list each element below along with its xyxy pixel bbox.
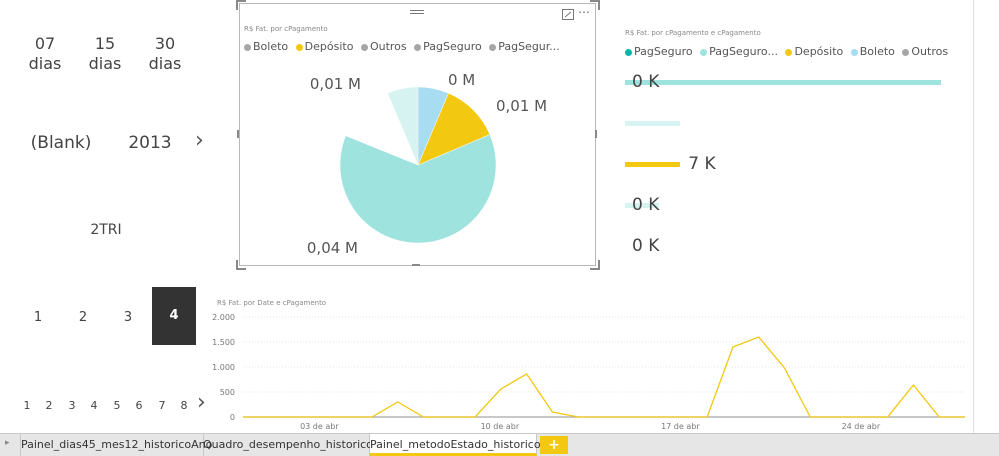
bar-pagseguro[interactable] <box>625 121 681 126</box>
bars-legend-item-boleto[interactable]: Boleto <box>850 45 895 58</box>
y-tick-label: 0 <box>230 413 235 422</box>
bars-legend-label: PagSeguro <box>634 45 693 58</box>
line-series-depsito[interactable] <box>243 336 965 418</box>
x-tick-label: 24 de abr <box>842 422 881 431</box>
page-2-button[interactable]: 2 <box>73 308 93 328</box>
resize-handle-left[interactable] <box>237 130 239 138</box>
x-tick-label: 17 de abr <box>661 422 700 431</box>
bars-legend-item-pagseguro[interactable]: PagSeguro <box>625 45 693 58</box>
resize-handle-tr[interactable] <box>590 0 600 10</box>
y-tick-label: 2.000 <box>212 313 235 322</box>
resize-handle-bl[interactable] <box>236 260 246 270</box>
x-tick-label: 03 de abr <box>300 422 339 431</box>
pie-data-label: 0,01 M <box>310 75 361 93</box>
year-next-chevron-icon[interactable]: › <box>195 128 204 153</box>
legend-dot-icon <box>700 48 708 56</box>
bar-data-label: 0 K <box>632 195 660 215</box>
days-30-button[interactable]: 30 dias <box>145 34 185 74</box>
resize-handle-right[interactable] <box>595 130 597 138</box>
bar-data-label: 7 K <box>688 154 716 174</box>
days-15-unit: dias <box>88 54 122 73</box>
bars-legend-label: Depósito <box>794 45 844 58</box>
year-blank-button[interactable]: (Blank) <box>25 133 97 153</box>
pie-data-label: 0,04 M <box>307 239 358 257</box>
bar-depsito[interactable] <box>625 162 681 167</box>
legend-dot-icon <box>850 48 858 56</box>
bar-data-label: 0 K <box>632 72 660 92</box>
days-07-unit: dias <box>28 54 62 73</box>
page-small-7-button[interactable]: 7 <box>155 396 169 416</box>
days-07-button[interactable]: 07 dias <box>25 34 65 74</box>
year-2013-button[interactable]: 2013 <box>125 133 175 153</box>
x-tick-label: 10 de abr <box>481 422 520 431</box>
page-small-3-button[interactable]: 3 <box>65 396 79 416</box>
page-small-6-button[interactable]: 6 <box>132 396 146 416</box>
page-3-button[interactable]: 3 <box>118 308 138 328</box>
days-15-number: 15 <box>94 34 116 53</box>
tab-painel-dias45[interactable]: Painel_dias45_mes12_historicoAno <box>20 434 212 456</box>
page-small-8-button[interactable]: 8 <box>177 396 191 416</box>
page-boundary-divider <box>973 0 974 433</box>
bars-legend-item-outros[interactable]: Outros <box>902 45 948 58</box>
resize-handle-br[interactable] <box>590 260 600 270</box>
resize-handle-bottom[interactable] <box>412 264 420 266</box>
page-small-1-button[interactable]: 1 <box>20 396 34 416</box>
tab-scroll-left-icon[interactable]: ▸ <box>5 438 10 448</box>
page-small-4-button[interactable]: 4 <box>87 396 101 416</box>
bars-legend-label: Outros <box>911 45 949 58</box>
days-30-number: 30 <box>154 34 176 53</box>
page-4-button[interactable]: 4 <box>152 287 196 345</box>
days-30-unit: dias <box>148 54 182 73</box>
days-15-button[interactable]: 15 dias <box>85 34 125 74</box>
bars-legend-label: PagSeguro... <box>709 45 778 58</box>
bars-legend-label: Boleto <box>859 45 895 58</box>
page-tab-bar: ▸ Painel_dias45_mes12_historicoAno Quadr… <box>0 433 999 456</box>
bars-title: R$ Fat. por cPagamento e cPagamento <box>625 29 761 37</box>
bar-pagseguro[interactable] <box>625 80 941 85</box>
page-small-5-button[interactable]: 5 <box>110 396 124 416</box>
pie-data-label: 0 M <box>448 71 475 89</box>
bars-legend-item-deposito[interactable]: Depósito <box>785 45 843 58</box>
page-small-2-button[interactable]: 2 <box>42 396 56 416</box>
y-tick-label: 1.000 <box>212 363 235 372</box>
tab-painel-metodo-estado[interactable]: Painel_metodoEstado_historico <box>370 434 541 456</box>
legend-dot-icon <box>902 48 910 56</box>
page-1-button[interactable]: 1 <box>28 308 48 328</box>
days-07-number: 07 <box>34 34 56 53</box>
pie-chart: 0,04 M 0,01 M 0,01 M 0 M <box>307 71 547 257</box>
y-tick-label: 500 <box>220 388 235 397</box>
line-chart: 0 500 1.000 1.500 2.000 03 de abr 10 de abr 17 … <box>212 313 965 431</box>
bar-data-label: 0 K <box>632 236 660 256</box>
legend-dot-icon <box>785 48 793 56</box>
add-page-button[interactable]: + <box>540 436 568 454</box>
pie-visual[interactable]: R$ Fat. por cPagamento ⋯ Boleto Depósito… <box>239 3 596 266</box>
tab-quadro-desempenho[interactable]: Quadro_desempenho_historico <box>203 434 373 456</box>
bars-legend: PagSeguro PagSeguro... Depósito Boleto O… <box>625 45 952 58</box>
resize-handle-tl[interactable] <box>236 0 246 10</box>
bars-legend-item-pagseguro2[interactable]: PagSeguro... <box>700 45 778 58</box>
quarter-2tri-button[interactable]: 2TRI <box>82 220 130 240</box>
pie-data-label: 0,01 M <box>496 97 547 115</box>
legend-dot-icon <box>625 48 632 56</box>
y-tick-label: 1.500 <box>212 338 235 347</box>
